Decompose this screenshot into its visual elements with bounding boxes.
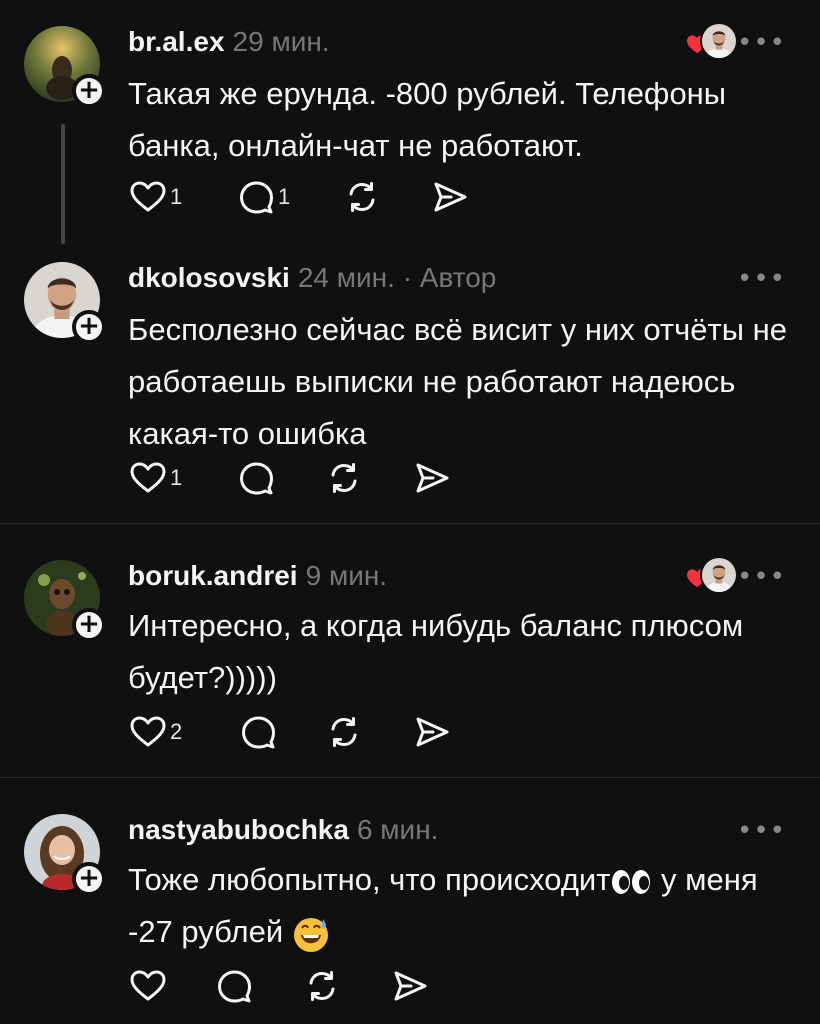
- grinning-sweat-emoji-icon: [293, 917, 328, 952]
- like-count: 2: [170, 719, 183, 744]
- timestamp: 24 мин.: [297, 262, 395, 293]
- eyes-emoji-icon: [612, 869, 651, 894]
- timestamp: 6 мин.: [356, 814, 439, 845]
- follow-plus-icon[interactable]: +: [72, 608, 106, 642]
- follow-plus-icon[interactable]: +: [72, 310, 106, 344]
- share-button[interactable]: [430, 177, 470, 217]
- username[interactable]: br.al.ex: [128, 26, 225, 57]
- send-icon: [430, 177, 470, 217]
- post-meta: nastyabubochka 6 мин.: [128, 814, 438, 846]
- repost-arrows-icon: [342, 177, 382, 217]
- timestamp: 9 мин.: [305, 560, 388, 591]
- comment-bubble-icon: [238, 712, 278, 752]
- send-icon: [412, 712, 452, 752]
- heart-outline-icon: [128, 712, 168, 752]
- post-meta: br.al.ex 29 мин.: [128, 26, 330, 58]
- comment-bubble-icon: [236, 458, 276, 498]
- liked-by-author-badge: [686, 22, 738, 60]
- author-tag: · Автор: [402, 262, 497, 293]
- repost-button[interactable]: [324, 712, 364, 752]
- username[interactable]: nastyabubochka: [128, 814, 349, 845]
- timestamp: 29 мин.: [232, 26, 330, 57]
- send-icon: [390, 966, 430, 1006]
- send-icon: [412, 458, 452, 498]
- username[interactable]: boruk.andrei: [128, 560, 298, 591]
- reply-button[interactable]: [238, 712, 278, 752]
- more-dots-icon[interactable]: •••: [737, 28, 786, 58]
- repost-arrows-icon: [324, 458, 364, 498]
- repost-arrows-icon: [324, 712, 364, 752]
- repost-button[interactable]: [302, 966, 342, 1006]
- post-text: Бесполезно сейчас всё висит у них отчёты…: [128, 312, 787, 451]
- share-button[interactable]: [390, 966, 430, 1006]
- reply-button[interactable]: [214, 966, 254, 1006]
- more-dots-icon[interactable]: •••: [737, 562, 786, 592]
- more-dots-icon[interactable]: •••: [737, 816, 786, 846]
- post-meta: dkolosovski 24 мин. · Автор: [128, 262, 496, 294]
- like-button[interactable]: 1: [128, 177, 182, 217]
- share-button[interactable]: [412, 712, 452, 752]
- like-button[interactable]: [128, 966, 168, 1006]
- comment-bubble-icon: [236, 177, 276, 217]
- post-text: Такая же ерунда. -800 рублей. Телефоны б…: [128, 76, 727, 163]
- heart-outline-icon: [128, 177, 168, 217]
- heart-outline-icon: [128, 458, 168, 498]
- comment-bubble-icon: [214, 966, 254, 1006]
- heart-outline-icon: [128, 966, 168, 1006]
- post-text-part1: Тоже любопытно, что происходит: [128, 862, 611, 897]
- follow-plus-icon[interactable]: +: [72, 862, 106, 896]
- repost-button[interactable]: [324, 458, 364, 498]
- divider: [0, 777, 820, 778]
- repost-arrows-icon: [302, 966, 342, 1006]
- author-mini-avatar: [700, 22, 738, 60]
- post-meta: boruk.andrei 9 мин.: [128, 560, 387, 592]
- post-text: Тоже любопытно, что происходит у меня -2…: [128, 854, 798, 958]
- reply-count: 1: [278, 184, 291, 209]
- like-button[interactable]: 2: [128, 712, 182, 752]
- repost-button[interactable]: [342, 177, 382, 217]
- author-mini-avatar: [700, 556, 738, 594]
- reply-button[interactable]: [236, 458, 276, 498]
- divider: [0, 523, 820, 524]
- follow-plus-icon[interactable]: +: [72, 74, 106, 108]
- liked-by-author-badge: [686, 556, 738, 594]
- post-text: Интересно, а когда нибудь баланс плюсом …: [128, 608, 744, 695]
- share-button[interactable]: [412, 458, 452, 498]
- reply-button[interactable]: 1: [236, 177, 290, 217]
- like-count: 1: [170, 465, 183, 490]
- like-count: 1: [170, 184, 183, 209]
- username[interactable]: dkolosovski: [128, 262, 290, 293]
- more-dots-icon[interactable]: •••: [737, 264, 786, 294]
- thread-line: [61, 124, 65, 244]
- like-button[interactable]: 1: [128, 458, 182, 498]
